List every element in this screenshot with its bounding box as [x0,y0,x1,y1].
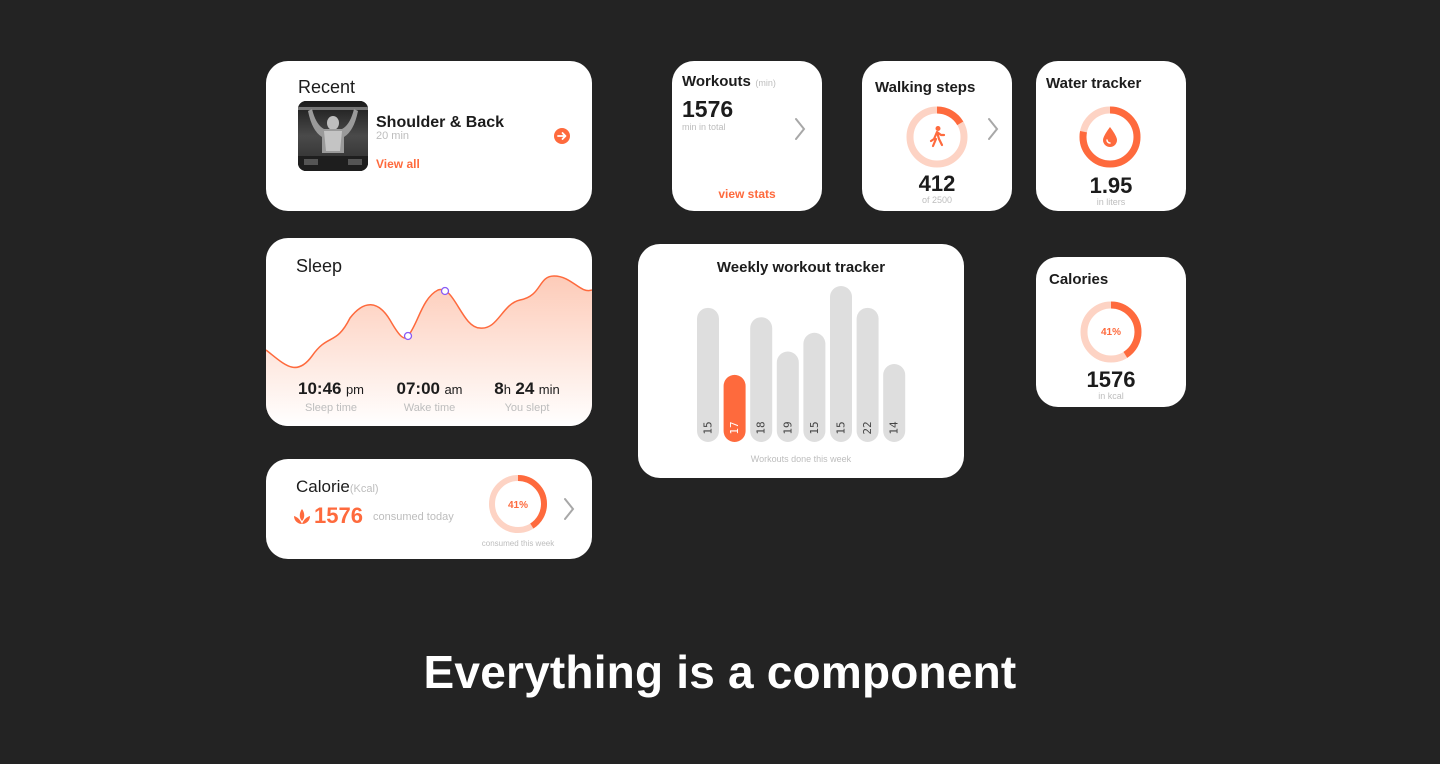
workouts-caption: min in total [682,122,726,132]
calorie-value: 1576 [314,503,363,528]
calories-card[interactable]: Calories 41% 1576 in kcal [1036,257,1186,407]
calories-percent: 41% [1100,327,1121,338]
walking-caption: of 2500 [921,195,953,205]
water-title: Water tracker [1046,75,1142,92]
sleep-marker-point[interactable] [403,331,413,341]
calories-title: Calories [1049,271,1109,288]
weekly-caption: Workouts done this week [750,454,852,464]
walking-title: Walking steps [875,79,976,96]
sleep-marker-point[interactable] [440,286,450,296]
recent-title: Recent [298,77,356,97]
workout-thumbnail[interactable] [298,101,368,171]
bar-value-label: 15 [835,421,848,434]
walking-value: 412 [918,171,956,196]
bar-6[interactable] [830,286,852,442]
weekly-workout-card[interactable]: Weekly workout tracker 15 17 18 19 15 15 22 14 … [638,244,964,478]
calorie-week-caption: consumed this week [481,539,555,548]
water-tracker-card[interactable]: Water tracker 1.95 in liters [1036,61,1186,211]
bar-value-label: 15 [808,421,821,434]
bar-value-label: 15 [702,421,715,434]
view-all-link[interactable]: View all [376,157,420,171]
bar-value-label: 14 [888,421,901,435]
recent-open-button[interactable] [554,128,570,144]
workouts-title: Workouts [682,73,751,90]
workouts-unit: (min) [755,78,776,88]
workout-photo-image [298,101,368,171]
recent-card[interactable]: Recent Shoulder & Back 20 min View all [266,61,592,211]
view-stats-link[interactable]: view stats [672,187,822,201]
walking-steps-card[interactable]: Walking steps 412 of 2500 [862,61,1012,211]
bar-value-label: 17 [728,421,741,434]
sleep-stat-wake: 07:00 am Wake time [396,379,463,414]
calorie-caption: consumed today [373,511,454,523]
calorie-unit: (Kcal) [349,483,379,495]
workout-duration: 20 min [376,130,410,142]
calorie-week-percent: 41% [507,500,528,511]
calories-caption: in kcal [1098,391,1124,401]
calorie-card[interactable]: Calorie(Kcal) 1576 consumed today 41% co… [266,459,592,559]
sleep-stat-duration: 8h 24 min You slept [494,379,560,414]
calories-value: 1576 [1086,367,1136,392]
workouts-value: 1576 [682,96,734,122]
page-headline: Everything is a component [423,646,1017,698]
sleep-title: Sleep [296,256,343,276]
workouts-card[interactable]: Workouts (min) 1576 min in total view st… [672,61,822,211]
bar-value-label: 19 [781,421,794,434]
water-drop-icon [1103,127,1117,147]
walking-person-icon [929,126,946,148]
weekly-bar-chart: 15 17 18 19 15 15 22 14 [697,286,906,442]
water-caption: in liters [1096,197,1126,207]
chevron-right-icon[interactable] [986,117,1000,141]
chevron-right-icon[interactable] [793,117,807,141]
sleep-stat-bedtime: 10:46 pm Sleep time [298,379,364,414]
sleep-card[interactable]: Sleep 10:46 pm Sleep time 07:00 am Wake … [266,238,592,426]
bar-value-label: 22 [861,421,874,434]
water-value: 1.95 [1089,173,1133,198]
calorie-title: Calorie [296,477,350,496]
flame-leaf-icon [294,509,310,524]
arrow-right-icon [557,132,567,140]
chevron-right-icon[interactable] [562,497,576,521]
bar-value-label: 18 [755,421,768,434]
